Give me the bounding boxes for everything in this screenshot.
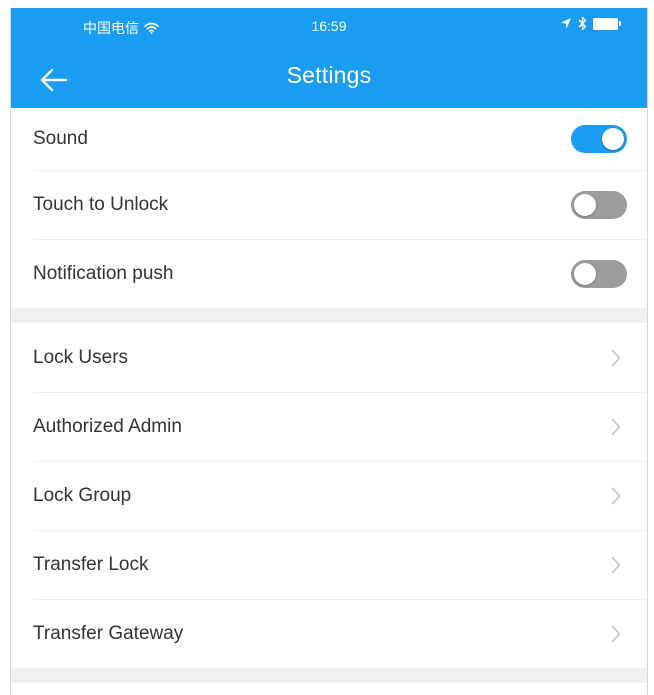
menu-item-lock-group[interactable]: Lock Group — [11, 461, 647, 530]
section-divider — [11, 308, 647, 323]
chevron-right-icon — [605, 622, 627, 646]
menu-item-label: Lock Users — [33, 346, 129, 368]
touch-to-unlock-toggle[interactable] — [571, 190, 627, 219]
sound-label: Sound — [33, 128, 88, 149]
chevron-right-icon — [605, 553, 627, 577]
menu-item-authorized-admin[interactable]: Authorized Admin — [11, 392, 647, 461]
sound-row: Sound — [11, 108, 647, 170]
menu-item-transfer-lock[interactable]: Transfer Lock — [11, 530, 647, 599]
menu-item-label: Authorized Admin — [33, 415, 182, 437]
bluetooth-icon — [578, 16, 587, 31]
chevron-right-icon — [605, 415, 627, 439]
touch-to-unlock-label: Touch to Unlock — [33, 193, 169, 215]
chevron-right-icon — [605, 484, 627, 508]
phone-screen: 中国电信 16:59 Settings Sound Touch to Unloc… — [10, 8, 648, 695]
notification-push-label: Notification push — [33, 262, 174, 284]
touch-to-unlock-row: Touch to Unlock — [11, 170, 647, 239]
app-bar: 中国电信 16:59 Settings — [11, 8, 647, 108]
battery-icon — [593, 17, 623, 31]
status-icons — [560, 16, 623, 31]
menu-section: Lock Users Authorized Admin Lock Group T… — [11, 323, 647, 668]
menu-item-lock-users[interactable]: Lock Users — [11, 323, 647, 392]
notification-push-toggle[interactable] — [571, 259, 627, 288]
menu-item-label: Transfer Gateway — [33, 622, 184, 644]
settings-list: Sound Touch to Unlock Notification push … — [11, 108, 647, 683]
chevron-right-icon — [605, 346, 627, 370]
section-divider — [11, 668, 647, 683]
status-time: 16:59 — [311, 18, 347, 34]
toggle-section: Sound Touch to Unlock Notification push — [11, 108, 647, 308]
menu-item-label: Lock Group — [33, 484, 132, 506]
notification-push-row: Notification push — [11, 239, 647, 308]
menu-item-label: Transfer Lock — [33, 553, 149, 575]
menu-item-transfer-gateway[interactable]: Transfer Gateway — [11, 599, 647, 668]
location-arrow-icon — [560, 17, 572, 30]
page-title: Settings — [286, 62, 372, 88]
sound-toggle[interactable] — [571, 125, 627, 153]
status-bar: 中国电信 16:59 — [11, 8, 647, 44]
